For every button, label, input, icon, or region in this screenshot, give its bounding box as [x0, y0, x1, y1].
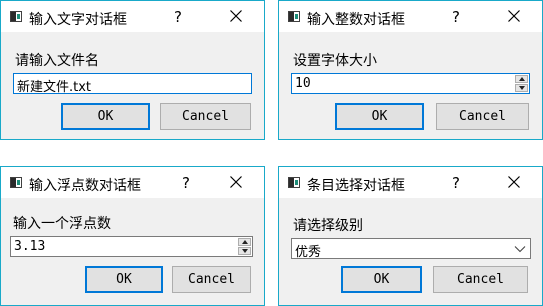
chevron-down-icon [514, 246, 526, 253]
spin-up-arrow-icon[interactable] [238, 238, 251, 246]
cancel-button[interactable]: Cancel [172, 266, 251, 293]
float-spinbox-value: 3.13 [14, 239, 46, 254]
cancel-button[interactable]: Cancel [160, 103, 251, 130]
ok-button[interactable]: OK [61, 103, 150, 130]
help-button[interactable]: ? [445, 6, 467, 28]
float-input-dialog: 输入浮点数对话框 ? 输入一个浮点数 3.13 OK Cancel [0, 166, 265, 306]
cancel-button[interactable]: Cancel [433, 266, 528, 293]
spin-up-arrow-icon[interactable] [515, 75, 528, 83]
prompt-label: 请选择级别 [293, 218, 363, 234]
help-button[interactable]: ? [167, 6, 189, 28]
integer-spinbox[interactable]: 10 [291, 73, 530, 94]
ok-button[interactable]: OK [85, 266, 163, 293]
spin-buttons [238, 238, 251, 255]
integer-input-dialog: 输入整数对话框 ? 设置字体大小 10 OK Cancel [278, 0, 543, 140]
dialog-title: 输入文字对话框 [29, 12, 127, 28]
close-icon [508, 176, 520, 188]
close-icon [230, 176, 242, 188]
spin-buttons [515, 75, 528, 92]
close-icon [230, 10, 242, 22]
ok-button[interactable]: OK [335, 103, 424, 130]
level-combobox[interactable]: 优秀 [291, 238, 531, 260]
text-input-dialog: 输入文字对话框 ? 请输入文件名 新建文件.txt OK Cancel [0, 0, 265, 140]
title-bar[interactable]: 输入整数对话框 ? [279, 1, 542, 32]
ok-button[interactable]: OK [341, 266, 422, 293]
app-window-icon [10, 11, 22, 22]
spin-down-arrow-icon[interactable] [515, 84, 528, 92]
title-bar[interactable]: 输入浮点数对话框 ? [1, 167, 264, 198]
prompt-label: 请输入文件名 [15, 53, 99, 69]
filename-input[interactable]: 新建文件.txt [13, 73, 252, 95]
dialog-title: 条目选择对话框 [307, 178, 405, 194]
level-combobox-value: 优秀 [295, 245, 322, 260]
help-button[interactable]: ? [175, 172, 197, 194]
app-window-icon [288, 177, 300, 188]
prompt-label: 输入一个浮点数 [13, 216, 111, 232]
close-button[interactable] [501, 172, 527, 194]
dialog-title: 输入浮点数对话框 [29, 178, 141, 194]
item-select-dialog: 条目选择对话框 ? 请选择级别 优秀 OK Cancel [278, 166, 543, 306]
help-button[interactable]: ? [445, 172, 467, 194]
close-button[interactable] [223, 6, 249, 28]
dialog-title: 输入整数对话框 [307, 12, 405, 28]
prompt-label: 设置字体大小 [293, 53, 377, 69]
float-spinbox[interactable]: 3.13 [10, 236, 253, 257]
close-button[interactable] [501, 6, 527, 28]
spin-down-arrow-icon[interactable] [238, 247, 251, 255]
title-bar[interactable]: 条目选择对话框 ? [279, 167, 542, 198]
close-icon [508, 10, 520, 22]
integer-spinbox-value: 10 [295, 76, 311, 91]
app-window-icon [288, 11, 300, 22]
close-button[interactable] [223, 172, 249, 194]
app-window-icon [10, 177, 22, 188]
title-bar[interactable]: 输入文字对话框 ? [1, 1, 264, 32]
filename-input-value: 新建文件.txt [17, 80, 92, 95]
cancel-button[interactable]: Cancel [436, 103, 529, 130]
